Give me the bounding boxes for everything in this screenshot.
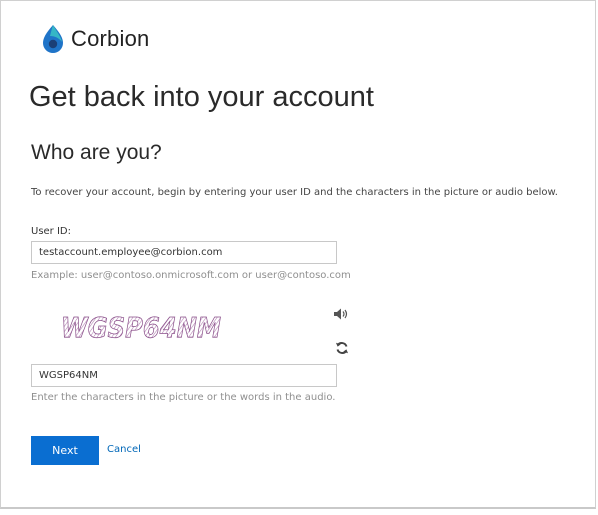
captcha-input[interactable] bbox=[31, 364, 337, 387]
captcha-hint: Enter the characters in the picture or t… bbox=[31, 392, 336, 403]
next-button[interactable]: Next bbox=[31, 436, 99, 465]
captcha-text: WGSP64NM bbox=[61, 311, 221, 344]
speaker-icon[interactable] bbox=[333, 306, 349, 320]
userid-input[interactable] bbox=[31, 241, 337, 264]
cancel-link[interactable]: Cancel bbox=[107, 444, 141, 455]
brand-name: Corbion bbox=[71, 26, 150, 51]
corbion-drop-icon bbox=[43, 25, 63, 53]
section-title: Who are you? bbox=[31, 141, 162, 164]
captcha-image: WGSP64NM bbox=[57, 305, 227, 345]
userid-example-hint: Example: user@contoso.onmicrosoft.com or… bbox=[31, 270, 351, 281]
refresh-icon[interactable] bbox=[335, 340, 349, 354]
brand-logo: Corbion bbox=[41, 23, 149, 55]
recovery-panel: Corbion Get back into your account Who a… bbox=[0, 0, 596, 509]
instructions-text: To recover your account, begin by enteri… bbox=[31, 187, 558, 198]
page-title: Get back into your account bbox=[29, 81, 374, 113]
userid-label: User ID: bbox=[31, 226, 71, 237]
